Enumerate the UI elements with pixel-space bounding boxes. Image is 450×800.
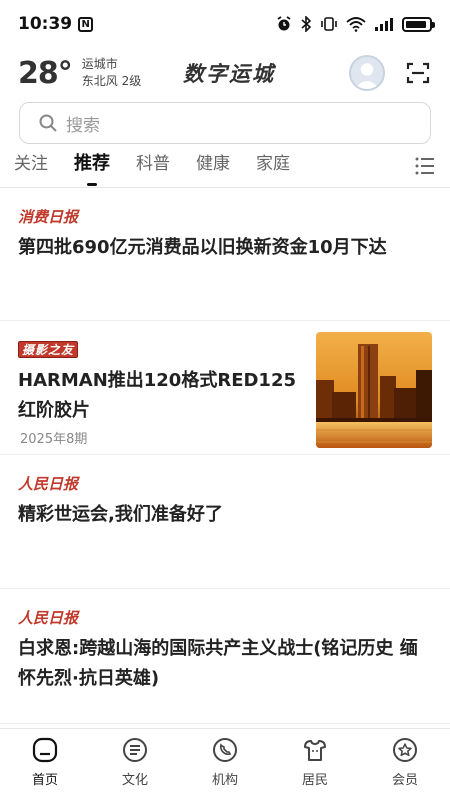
user-icon	[354, 63, 380, 89]
battery-fill	[406, 20, 426, 28]
news-item[interactable]: 人民日报 白求恩:跨越山海的国际共产主义战士(铭记历史 缅怀先烈·抗日英雄)	[0, 589, 450, 724]
news-item[interactable]: 人民日报 精彩世运会,我们准备好了	[0, 455, 450, 589]
nav-culture-label: 文化	[121, 773, 148, 788]
news-title: 精彩世运会,我们准备好了	[18, 504, 223, 525]
signal-icon	[375, 18, 393, 31]
bottom-nav: 首页 文化 机构 居民 会员	[0, 728, 450, 800]
tab-family[interactable]: 家庭	[256, 150, 290, 188]
home-icon	[32, 737, 58, 763]
avatar[interactable]	[349, 55, 385, 91]
status-time: 10:39	[18, 14, 73, 34]
search-placeholder: 搜索	[66, 115, 100, 136]
nav-institution-label: 机构	[211, 773, 238, 788]
search-input[interactable]: 搜索	[19, 102, 431, 144]
app-logo: 数字运城	[183, 61, 275, 86]
wind-info: 东北风 2级	[81, 74, 142, 88]
news-item[interactable]: 摄影之友 HARMAN推出120格式RED125红阶胶片 2025年8期	[0, 321, 450, 455]
tab-health[interactable]: 健康	[196, 150, 230, 188]
news-title: 白求恩:跨越山海的国际共产主义战士(铭记历史 缅怀先烈·抗日英雄)	[18, 638, 418, 689]
status-bar: 10:39 N	[0, 0, 450, 48]
news-source: 人民日报	[18, 609, 79, 627]
nav-resident[interactable]: 居民	[275, 737, 355, 788]
nav-culture[interactable]: 文化	[95, 737, 175, 788]
city-name: 运城市	[81, 57, 118, 71]
news-thumbnail[interactable]	[316, 332, 432, 448]
category-tabs: 关注 推荐 科普 健康 家庭	[0, 150, 450, 188]
tab-science[interactable]: 科普	[136, 150, 170, 188]
bluetooth-icon	[301, 16, 312, 32]
status-right	[276, 16, 435, 32]
source-badge: 摄影之友	[18, 341, 79, 358]
tab-recommend[interactable]: 推荐	[74, 150, 110, 188]
culture-icon	[123, 738, 147, 762]
weather-info[interactable]: 运城市 东北风 2级	[82, 56, 141, 90]
status-left: 10:39 N	[18, 14, 94, 34]
search-icon	[39, 114, 57, 132]
battery-icon	[402, 16, 435, 32]
wifi-icon	[346, 17, 366, 32]
nav-resident-label: 居民	[301, 773, 328, 788]
alarm-icon	[277, 16, 291, 31]
tab-follow[interactable]: 关注	[14, 150, 48, 188]
phone-icon	[213, 738, 237, 762]
nav-member-label: 会员	[391, 773, 418, 788]
news-title: HARMAN推出120格式RED125红阶胶片	[18, 370, 297, 421]
news-item[interactable]: 消费日报 第四批690亿元消费品以旧换新资金10月下达	[0, 188, 450, 321]
vibrate-icon	[321, 17, 337, 31]
nav-home[interactable]: 首页	[5, 737, 85, 788]
resident-icon	[304, 740, 326, 761]
news-title: 第四批690亿元消费品以旧换新资金10月下达	[18, 237, 387, 258]
temperature: 28°	[18, 55, 73, 91]
city-photo	[316, 332, 432, 448]
member-icon	[393, 738, 417, 762]
news-source: 消费日报	[18, 208, 79, 226]
news-source: 人民日报	[18, 475, 79, 493]
nfc-icon: N	[78, 16, 94, 32]
header: 28° 运城市 东北风 2级 数字运城	[0, 48, 450, 98]
nav-home-label: 首页	[31, 773, 58, 788]
menu-icon[interactable]	[414, 155, 436, 177]
nav-institution[interactable]: 机构	[185, 737, 265, 788]
nav-member[interactable]: 会员	[365, 737, 445, 788]
scan-icon[interactable]	[406, 61, 430, 85]
news-feed: 消费日报 第四批690亿元消费品以旧换新资金10月下达 摄影之友 HARMAN推…	[0, 188, 450, 724]
